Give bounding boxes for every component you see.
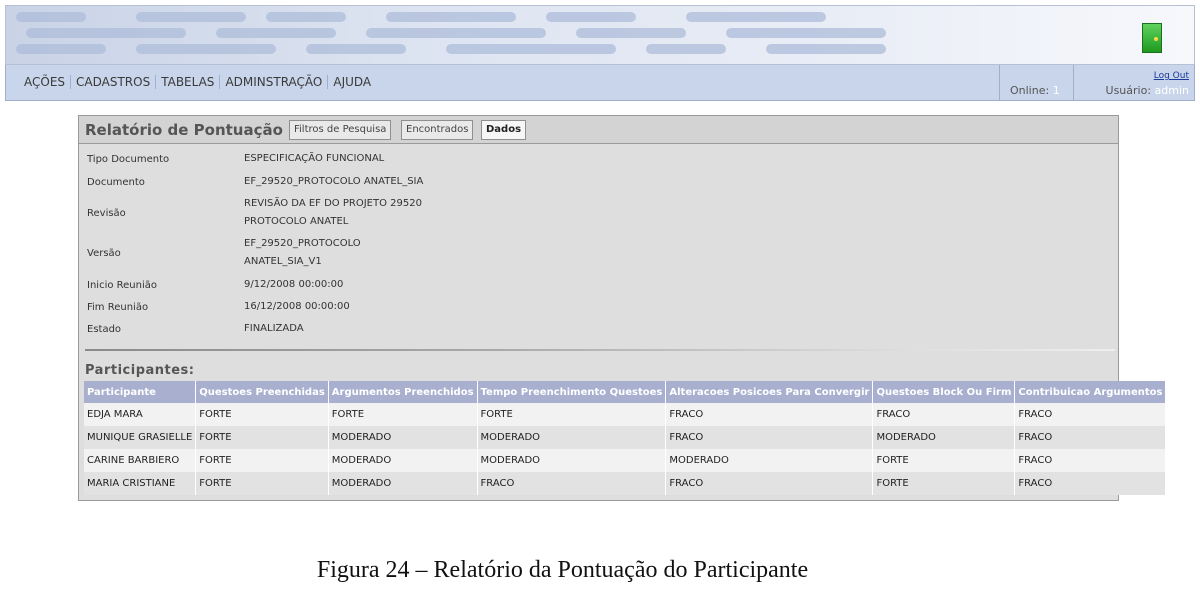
table-cell: FORTE [195, 426, 329, 449]
menu-bar: AÇÕES CADASTROS TABELAS ADMINSTRAÇÃO AJU… [5, 65, 1195, 101]
table-cell: FORTE [195, 472, 329, 495]
table-cell: MARIA CRISTIANE [84, 472, 197, 495]
menu-item-ajuda[interactable]: AJUDA [328, 75, 376, 89]
table-cell: FORTE [872, 472, 1016, 495]
table-row[interactable]: MUNIQUE GRASIELLE FORTE MODERADO MODERAD… [84, 426, 1167, 449]
tab-filtros-de-pesquisa[interactable]: Filtros de Pesquisa [289, 120, 392, 140]
field-value-revisao-line2: PROTOCOLO ANATEL [244, 216, 349, 227]
table-cell: CARINE BARBIERO [84, 449, 197, 472]
figure-caption: Figura 24 – Relatório da Pontuação do Pa… [316, 557, 809, 583]
tab-dados[interactable]: Dados [481, 120, 527, 140]
menu-item-acoes[interactable]: AÇÕES [19, 75, 70, 89]
table-cell: FORTE [477, 403, 667, 426]
column-header-tempo-preenchimento[interactable]: Tempo Preenchimento Questoes [477, 381, 667, 403]
field-label-revisao: Revisão [87, 208, 126, 219]
door-icon[interactable] [1142, 23, 1162, 53]
table-cell: FRACO [1014, 403, 1167, 426]
table-header-row: Participante Questoes Preenchidas Argume… [84, 381, 1167, 403]
field-value-versao-line2: ANATEL_SIA_V1 [244, 256, 322, 267]
table-cell: FRACO [665, 472, 874, 495]
field-value-revisao: REVISÃO DA EF DO PROJETO 29520 [244, 198, 422, 209]
column-header-contribuicao-argumentos[interactable]: Contribuicao Argumentos [1014, 381, 1167, 403]
field-value-fim-reuniao: 16/12/2008 00:00:00 [244, 301, 350, 312]
top-banner [5, 5, 1195, 65]
table-cell: MODERADO [328, 426, 478, 449]
field-label-versao: Versão [87, 248, 121, 259]
tab-encontrados[interactable]: Encontrados [401, 120, 474, 140]
user-name: admin [1154, 84, 1189, 97]
table-cell: FRACO [665, 403, 874, 426]
online-label: Online: [1010, 84, 1050, 97]
logout-link[interactable]: Log Out [1154, 71, 1189, 81]
table-cell: MODERADO [328, 472, 478, 495]
report-header: Relatório de Pontuação Filtros de Pesqui… [79, 116, 1118, 144]
field-label-estado: Estado [87, 324, 122, 335]
table-cell: MODERADO [477, 426, 667, 449]
field-value-inicio-reuniao: 9/12/2008 00:00:00 [244, 279, 344, 290]
table-cell: FORTE [328, 403, 478, 426]
column-header-alteracoes-posicoes[interactable]: Alteracoes Posicoes Para Convergir [665, 381, 874, 403]
column-header-questoes-preenchidas[interactable]: Questoes Preenchidas [195, 381, 329, 403]
user-label: Usuário: [1105, 84, 1152, 97]
table-cell: FORTE [195, 449, 329, 472]
table-cell: FORTE [195, 403, 329, 426]
table-cell: FRACO [1014, 426, 1167, 449]
table-cell: FRACO [665, 426, 874, 449]
table-cell: MUNIQUE GRASIELLE [84, 426, 197, 449]
table-cell: MODERADO [665, 449, 874, 472]
main-menu: AÇÕES CADASTROS TABELAS ADMINSTRAÇÃO AJU… [19, 75, 376, 89]
table-cell: FRACO [1014, 472, 1167, 495]
table-cell: EDJA MARA [84, 403, 197, 426]
field-value-tipo-documento: ESPECIFICAÇÃO FUNCIONAL [244, 153, 385, 164]
table-row[interactable]: CARINE BARBIERO FORTE MODERADO MODERADO … [84, 449, 1167, 472]
menu-item-administracao[interactable]: ADMINSTRAÇÃO [220, 75, 327, 89]
table-row[interactable]: MARIA CRISTIANE FORTE MODERADO FRACO FRA… [84, 472, 1167, 495]
menu-item-tabelas[interactable]: TABELAS [156, 75, 219, 89]
table-cell: FORTE [872, 449, 1016, 472]
field-label-tipo-documento: Tipo Documento [87, 154, 170, 165]
field-label-documento: Documento [87, 177, 145, 188]
table-cell: MODERADO [477, 449, 667, 472]
participants-table: Participante Questoes Preenchidas Argume… [84, 381, 1167, 495]
field-label-inicio-reuniao: Inicio Reunião [87, 280, 157, 291]
report-panel: Relatório de Pontuação Filtros de Pesqui… [78, 115, 1167, 501]
column-header-argumentos-preenchidos[interactable]: Argumentos Preenchidos [328, 381, 478, 403]
field-label-fim-reuniao: Fim Reunião [87, 302, 149, 313]
table-cell: MODERADO [872, 426, 1016, 449]
menu-item-cadastros[interactable]: CADASTROS [71, 75, 155, 89]
field-value-documento: EF_29520_PROTOCOLO ANATEL_SIA [244, 176, 424, 187]
table-cell: FRACO [872, 403, 1016, 426]
table-row[interactable]: EDJA MARA FORTE FORTE FORTE FRACO FRACO … [84, 403, 1167, 426]
section-divider [85, 349, 1115, 351]
table-cell: MODERADO [328, 449, 478, 472]
participants-title: Participantes: [85, 363, 195, 378]
online-count: 1 [1052, 84, 1060, 97]
report-title: Relatório de Pontuação [85, 121, 283, 139]
online-status: Online: 1 [999, 65, 1074, 101]
field-value-estado: FINALIZADA [244, 323, 304, 334]
field-value-versao: EF_29520_PROTOCOLO [244, 238, 361, 249]
table-cell: FRACO [477, 472, 667, 495]
table-cell: FRACO [1014, 449, 1167, 472]
column-header-questoes-block[interactable]: Questoes Block Ou Firm [872, 381, 1016, 403]
column-header-participante[interactable]: Participante [84, 381, 197, 403]
